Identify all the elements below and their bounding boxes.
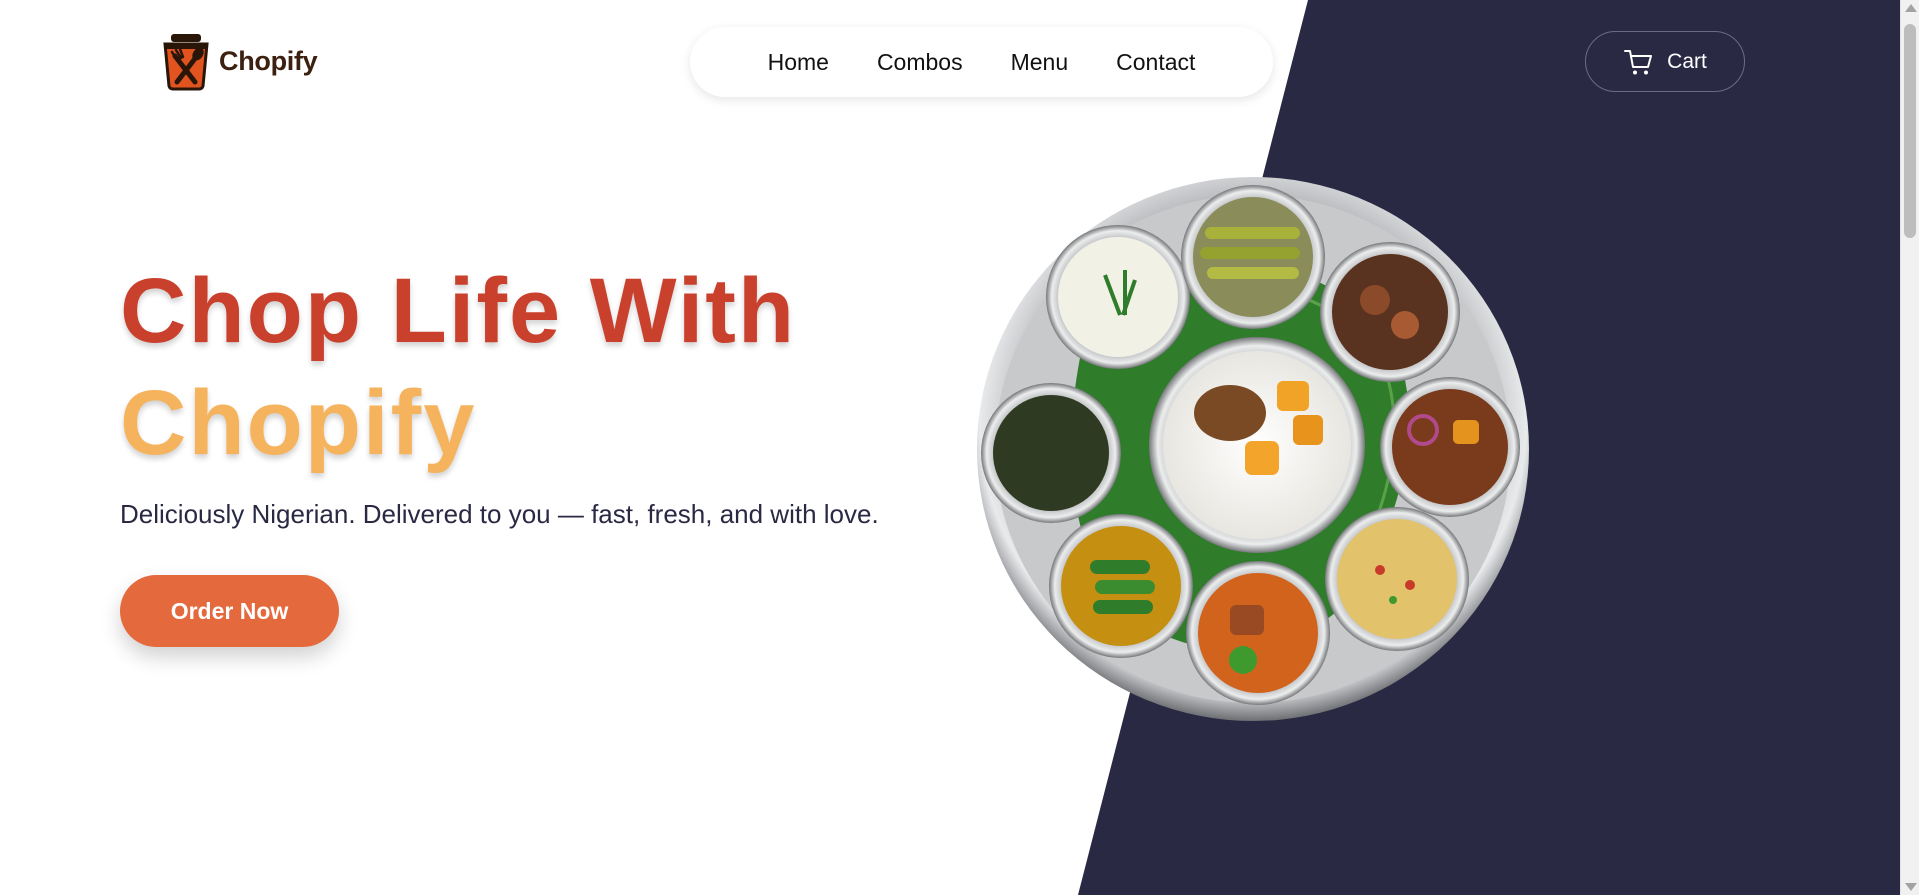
brand-name: Chopify bbox=[219, 45, 318, 76]
scroll-down-icon[interactable] bbox=[1905, 883, 1917, 891]
brand-logo[interactable]: Chopify bbox=[155, 30, 318, 92]
scroll-up-icon[interactable] bbox=[1905, 4, 1917, 12]
nav-item-combos[interactable]: Combos bbox=[877, 49, 963, 76]
main-nav: Home Combos Menu Contact bbox=[690, 27, 1273, 97]
order-now-button[interactable]: Order Now bbox=[120, 575, 339, 647]
food-platter-image bbox=[977, 177, 1529, 721]
scroll-thumb[interactable] bbox=[1904, 24, 1916, 238]
cart-button[interactable]: Cart bbox=[1585, 31, 1745, 92]
nav-item-contact[interactable]: Contact bbox=[1116, 49, 1195, 76]
hero-title-line-1: Chop Life With bbox=[120, 260, 797, 362]
hero-title: Chop Life With Chopify bbox=[120, 255, 796, 479]
nav-item-home[interactable]: Home bbox=[768, 49, 829, 76]
cart-icon bbox=[1624, 49, 1653, 74]
bag-fork-spoon-icon bbox=[163, 34, 209, 91]
page: Chopify Home Combos Menu Contact Cart Ch… bbox=[0, 0, 1919, 895]
hero-tagline: Deliciously Nigerian. Delivered to you —… bbox=[120, 499, 879, 529]
cart-label: Cart bbox=[1667, 49, 1707, 73]
nav-item-menu[interactable]: Menu bbox=[1011, 49, 1069, 76]
hero-title-line-2: Chopify bbox=[120, 372, 477, 474]
page-scrollbar[interactable] bbox=[1900, 0, 1919, 895]
